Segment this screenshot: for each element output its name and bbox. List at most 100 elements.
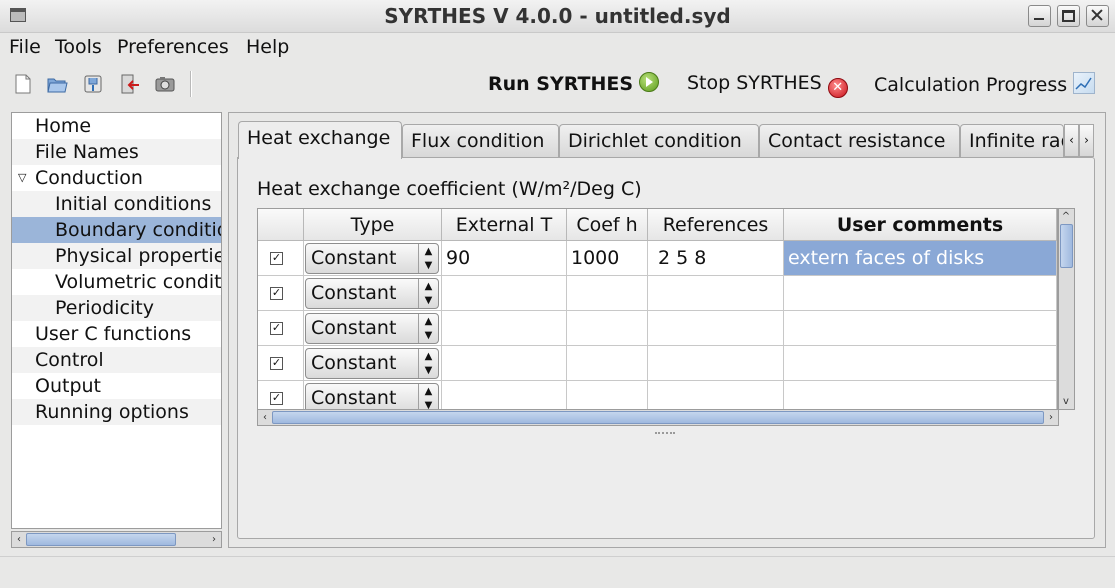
- tab-scroll-left-icon[interactable]: ‹: [1064, 124, 1079, 157]
- references-cell[interactable]: [648, 276, 784, 311]
- run-syrthes-button[interactable]: Run SYRTHES: [488, 72, 660, 95]
- column-header-user-comments[interactable]: User comments: [784, 209, 1057, 241]
- open-folder-icon[interactable]: [46, 73, 68, 95]
- comment-cell[interactable]: [784, 381, 1057, 409]
- comment-cell[interactable]: [784, 276, 1057, 311]
- external-t-cell[interactable]: [442, 381, 567, 409]
- tree-item-conduction[interactable]: ▽ Conduction: [12, 165, 221, 191]
- scroll-up-icon[interactable]: ^: [1059, 209, 1073, 224]
- tree-item-physical-properties[interactable]: Physical properties: [12, 243, 221, 269]
- scroll-down-icon[interactable]: v: [1059, 394, 1073, 409]
- row-checkbox[interactable]: ✓: [270, 322, 283, 335]
- table-vertical-scrollbar[interactable]: ^ v: [1058, 208, 1075, 410]
- tree-item-output[interactable]: Output: [12, 373, 221, 399]
- type-dropdown[interactable]: Constant ▲ ▼: [305, 243, 439, 274]
- scrollbar-thumb[interactable]: [272, 411, 1044, 424]
- tab-heat-exchange[interactable]: Heat exchange: [238, 121, 402, 159]
- tree-item-boundary-conditions[interactable]: Boundary conditions: [12, 217, 221, 243]
- type-dropdown[interactable]: Constant ▲ ▼: [305, 313, 439, 344]
- new-file-icon[interactable]: [12, 73, 34, 95]
- select-cell[interactable]: ✓: [258, 276, 304, 311]
- tree-horizontal-scrollbar[interactable]: ‹ ›: [11, 531, 222, 548]
- menu-tools[interactable]: Tools: [55, 36, 102, 58]
- references-cell[interactable]: 2 5 8: [648, 241, 784, 276]
- coef-h-cell[interactable]: [567, 276, 648, 311]
- run-syrthes-label: Run SYRTHES: [488, 73, 634, 95]
- select-cell[interactable]: ✓: [258, 381, 304, 409]
- coef-h-cell[interactable]: [567, 311, 648, 346]
- references-cell[interactable]: [648, 346, 784, 381]
- coef-h-cell[interactable]: 1000: [567, 241, 648, 276]
- row-checkbox[interactable]: ✓: [270, 392, 283, 405]
- column-header-references[interactable]: References: [648, 209, 784, 241]
- type-cell[interactable]: Constant ▲ ▼: [304, 381, 442, 409]
- external-t-cell[interactable]: [442, 346, 567, 381]
- scroll-left-icon[interactable]: ‹: [12, 532, 26, 547]
- coef-h-cell[interactable]: [567, 346, 648, 381]
- column-header-coef-h[interactable]: Coef h: [567, 209, 648, 241]
- tree-item-user-c-functions[interactable]: User C functions: [12, 321, 221, 347]
- select-cell[interactable]: ✓: [258, 311, 304, 346]
- row-checkbox[interactable]: ✓: [270, 357, 283, 370]
- type-cell[interactable]: Constant ▲ ▼: [304, 311, 442, 346]
- row-checkbox[interactable]: ✓: [270, 287, 283, 300]
- scroll-right-icon[interactable]: ›: [1044, 410, 1058, 425]
- tab-infinite-radiation[interactable]: Infinite radiation: [960, 124, 1064, 157]
- table-horizontal-scrollbar[interactable]: ‹ ›: [257, 409, 1059, 426]
- external-t-cell[interactable]: [442, 311, 567, 346]
- type-dropdown[interactable]: Constant ▲ ▼: [305, 348, 439, 379]
- column-header-select[interactable]: [258, 209, 304, 241]
- external-t-cell[interactable]: 90: [442, 241, 567, 276]
- maximize-button[interactable]: [1057, 5, 1080, 27]
- tree-item-volumetric-conditions[interactable]: Volumetric conditions: [12, 269, 221, 295]
- tree-item-home[interactable]: Home: [12, 113, 221, 139]
- scrollbar-thumb[interactable]: [26, 533, 176, 546]
- menu-help[interactable]: Help: [246, 36, 289, 58]
- camera-icon[interactable]: [154, 73, 176, 95]
- column-header-type[interactable]: Type: [304, 209, 442, 241]
- tree-item-running-options[interactable]: Running options: [12, 399, 221, 425]
- exit-icon[interactable]: [118, 73, 140, 95]
- scroll-left-icon[interactable]: ‹: [258, 410, 272, 425]
- tree-item-file-names[interactable]: File Names: [12, 139, 221, 165]
- scrollbar-thumb[interactable]: [1060, 224, 1073, 268]
- tab-dirichlet-condition[interactable]: Dirichlet condition: [559, 124, 759, 157]
- menu-preferences[interactable]: Preferences: [117, 36, 229, 58]
- type-cell[interactable]: Constant ▲ ▼: [304, 241, 442, 276]
- tree-item-control[interactable]: Control: [12, 347, 221, 373]
- scroll-right-icon[interactable]: ›: [207, 532, 221, 547]
- row-checkbox[interactable]: ✓: [270, 252, 283, 265]
- tab-scroll-right-icon[interactable]: ›: [1079, 124, 1094, 157]
- tree-item-initial-conditions[interactable]: Initial conditions: [12, 191, 221, 217]
- comment-cell[interactable]: [784, 311, 1057, 346]
- stop-syrthes-label: Stop SYRTHES: [687, 72, 822, 94]
- comment-cell[interactable]: extern faces of disks: [784, 241, 1057, 276]
- splitter-handle[interactable]: [655, 432, 675, 438]
- menu-file[interactable]: File: [9, 36, 41, 58]
- calculation-progress-label: Calculation Progress: [874, 74, 1068, 96]
- tree-item-label: Running options: [35, 401, 189, 423]
- references-cell[interactable]: [648, 381, 784, 409]
- external-t-cell[interactable]: [442, 276, 567, 311]
- select-cell[interactable]: ✓: [258, 241, 304, 276]
- toolbar: Run SYRTHES Stop SYRTHES ✕ Calculation P…: [0, 64, 1115, 104]
- coef-h-cell[interactable]: [567, 381, 648, 409]
- type-cell[interactable]: Constant ▲ ▼: [304, 276, 442, 311]
- calculation-progress-button[interactable]: Calculation Progress: [874, 72, 1096, 96]
- type-value: Constant: [311, 352, 397, 374]
- close-button[interactable]: [1086, 5, 1109, 27]
- minimize-button[interactable]: [1028, 5, 1051, 27]
- stop-syrthes-button[interactable]: Stop SYRTHES ✕: [687, 72, 848, 98]
- type-dropdown[interactable]: Constant ▲ ▼: [305, 383, 439, 409]
- references-cell[interactable]: [648, 311, 784, 346]
- tree-item-periodicity[interactable]: Periodicity: [12, 295, 221, 321]
- tab-contact-resistance[interactable]: Contact resistance: [759, 124, 960, 157]
- save-icon[interactable]: [82, 73, 104, 95]
- select-cell[interactable]: ✓: [258, 346, 304, 381]
- column-header-external-t[interactable]: External T: [442, 209, 567, 241]
- tab-flux-condition[interactable]: Flux condition: [402, 124, 559, 157]
- comment-cell[interactable]: [784, 346, 1057, 381]
- type-cell[interactable]: Constant ▲ ▼: [304, 346, 442, 381]
- type-dropdown[interactable]: Constant ▲ ▼: [305, 278, 439, 309]
- expand-arrow-icon[interactable]: ▽: [18, 165, 26, 191]
